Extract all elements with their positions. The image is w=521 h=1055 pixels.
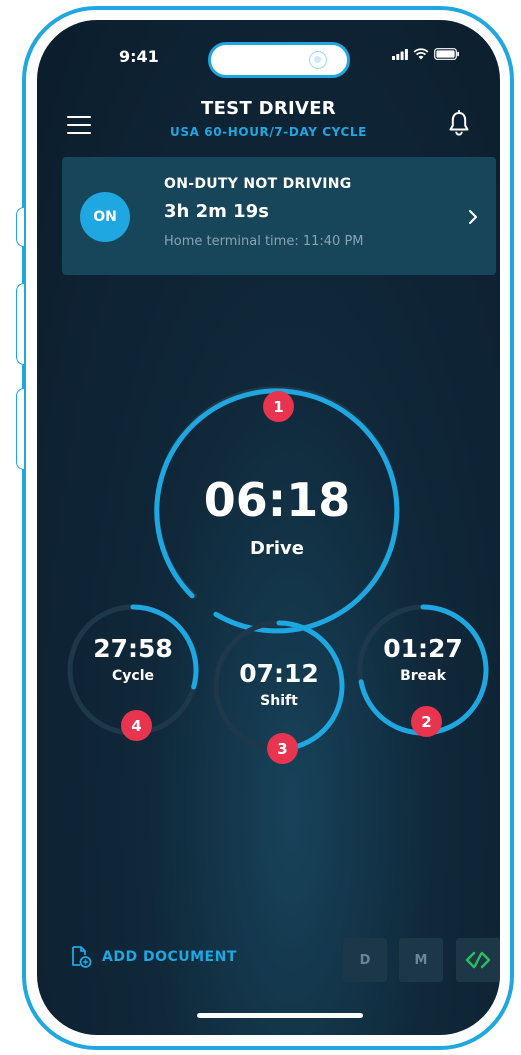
add-document-button[interactable]: ADD DOCUMENT bbox=[70, 945, 237, 969]
shift-label: Shift bbox=[260, 693, 298, 709]
connection-button[interactable] bbox=[456, 938, 500, 982]
hos-gauges bbox=[67, 386, 489, 752]
badge-break: 2 bbox=[411, 706, 442, 737]
app-screen: 9:41 TEST DRIVER USA 60-HOUR/7-DAY CYCLE bbox=[37, 20, 500, 1035]
add-document-label: ADD DOCUMENT bbox=[102, 949, 237, 965]
badge-drive: 1 bbox=[263, 391, 294, 422]
side-button-volume-up bbox=[16, 283, 24, 365]
cycle-time-value: 27:58 bbox=[93, 634, 173, 663]
d-button[interactable]: D bbox=[343, 938, 387, 982]
shift-time-value: 07:12 bbox=[239, 659, 319, 688]
badge-cycle: 4 bbox=[121, 710, 152, 741]
side-button-volume-down bbox=[16, 388, 24, 470]
break-label: Break bbox=[400, 668, 446, 684]
m-button[interactable]: M bbox=[399, 938, 443, 982]
side-button-action bbox=[16, 207, 24, 247]
connection-link-icon bbox=[465, 951, 491, 969]
home-indicator bbox=[197, 1013, 363, 1018]
cycle-label: Cycle bbox=[112, 668, 154, 684]
break-time-value: 01:27 bbox=[383, 634, 463, 663]
add-document-icon bbox=[72, 946, 92, 968]
drive-label: Drive bbox=[250, 538, 304, 559]
drive-time-value: 06:18 bbox=[203, 473, 351, 527]
badge-shift: 3 bbox=[267, 733, 298, 764]
